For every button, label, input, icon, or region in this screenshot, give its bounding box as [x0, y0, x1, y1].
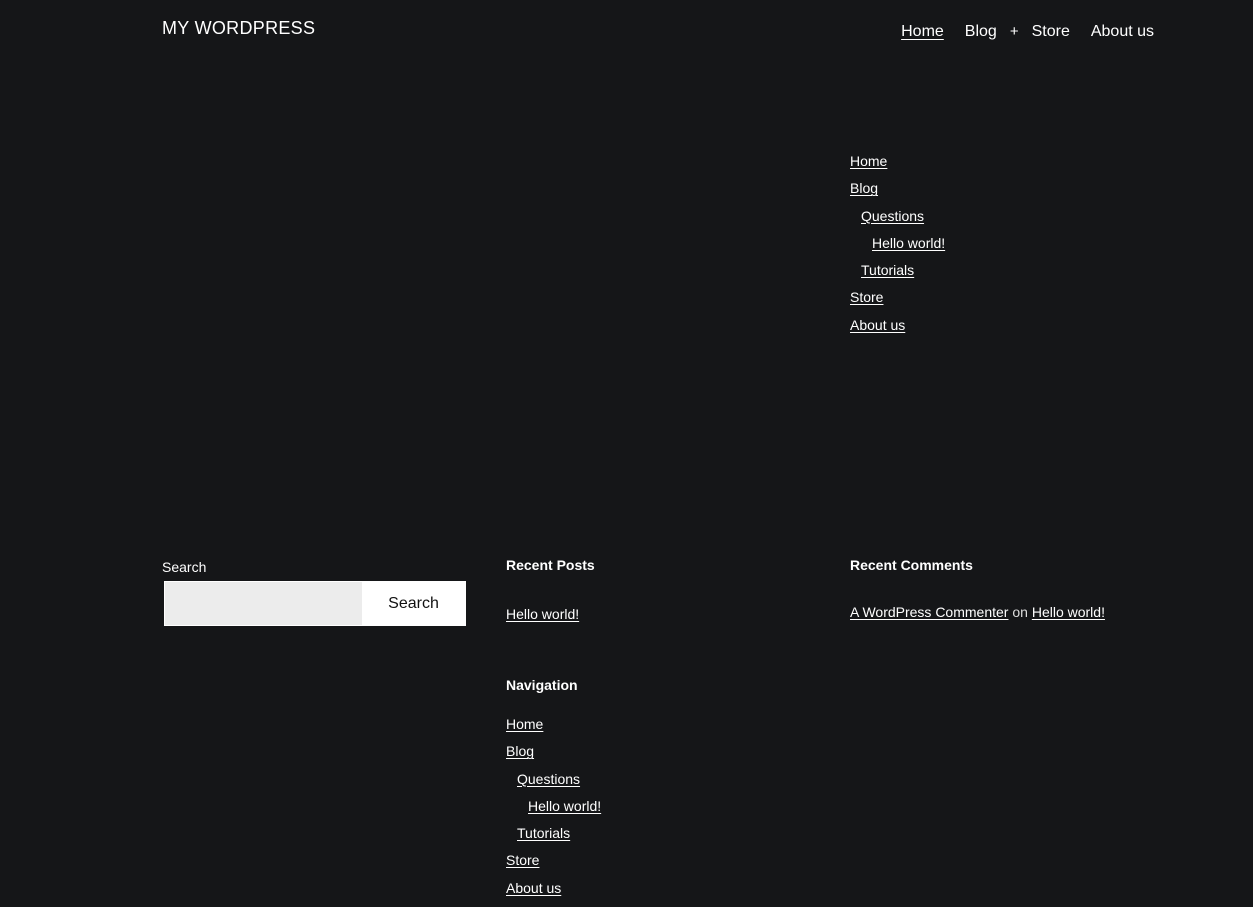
list-item: About us: [850, 315, 945, 342]
list-item: Questions: [850, 206, 945, 233]
search-form: Search: [164, 581, 466, 626]
list-item: About us: [506, 878, 601, 905]
list-item: Blog: [506, 741, 601, 768]
nav-link-questions[interactable]: Questions: [517, 771, 580, 787]
comment-author-link[interactable]: A WordPress Commenter: [850, 604, 1008, 620]
header-nav-home[interactable]: Home: [901, 20, 944, 44]
navigation-page-list: Home Blog Questions Hello world! Tutoria…: [506, 714, 601, 905]
nav-link-about-us[interactable]: About us: [506, 880, 561, 896]
list-item: Home: [850, 151, 945, 178]
recent-posts-title: Recent Posts: [506, 557, 595, 573]
list-item: Store: [850, 287, 945, 314]
nav-link-blog[interactable]: Blog: [506, 743, 534, 759]
recent-posts-widget: Recent Posts Hello world!: [506, 555, 595, 624]
search-label: Search: [162, 559, 207, 575]
comment-item: A WordPress Commenter on Hello world!: [850, 602, 1105, 622]
navigation-widget: Navigation Home Blog Questions Hello wor…: [506, 675, 601, 905]
list-item: Hello world!: [506, 796, 601, 823]
search-widget: Search Search: [162, 557, 466, 626]
header-nav-store[interactable]: Store: [1032, 20, 1070, 44]
page-link-blog[interactable]: Blog: [850, 180, 878, 196]
page-link-tutorials[interactable]: Tutorials: [861, 262, 914, 278]
nav-link-home[interactable]: Home: [506, 716, 543, 732]
list-item: Store: [506, 850, 601, 877]
comment-post-link[interactable]: Hello world!: [1032, 604, 1105, 620]
header-nav-about-us[interactable]: About us: [1091, 20, 1154, 44]
list-item: Tutorials: [850, 260, 945, 287]
page-link-hello-world[interactable]: Hello world!: [872, 235, 945, 251]
search-button[interactable]: Search: [362, 582, 465, 625]
nav-link-tutorials[interactable]: Tutorials: [517, 825, 570, 841]
search-input[interactable]: [165, 582, 362, 625]
page-link-questions[interactable]: Questions: [861, 208, 924, 224]
list-item: Tutorials: [506, 823, 601, 850]
navigation-title: Navigation: [506, 677, 578, 693]
list-item: Blog: [850, 178, 945, 205]
submenu-expand-icon[interactable]: +: [1010, 20, 1019, 44]
list-item: Home: [506, 714, 601, 741]
list-item: Questions: [506, 769, 601, 796]
site-title[interactable]: MY WORDPRESS: [162, 16, 315, 40]
recent-comments-widget: Recent Comments A WordPress Commenter on…: [850, 555, 1105, 622]
comment-on-text: on: [1012, 604, 1028, 620]
page-link-about-us[interactable]: About us: [850, 317, 905, 333]
page-link-store[interactable]: Store: [850, 289, 883, 305]
nav-link-hello-world[interactable]: Hello world!: [528, 798, 601, 814]
recent-comments-title: Recent Comments: [850, 557, 973, 573]
page-list: Home Blog Questions Hello world! Tutoria…: [850, 151, 945, 342]
header-nav-blog[interactable]: Blog: [965, 20, 997, 44]
list-item: Hello world!: [850, 233, 945, 260]
nav-link-store[interactable]: Store: [506, 852, 539, 868]
page-link-home[interactable]: Home: [850, 153, 887, 169]
header-navigation: Home Blog + Store About us: [901, 20, 1154, 44]
recent-post-link[interactable]: Hello world!: [506, 604, 595, 624]
